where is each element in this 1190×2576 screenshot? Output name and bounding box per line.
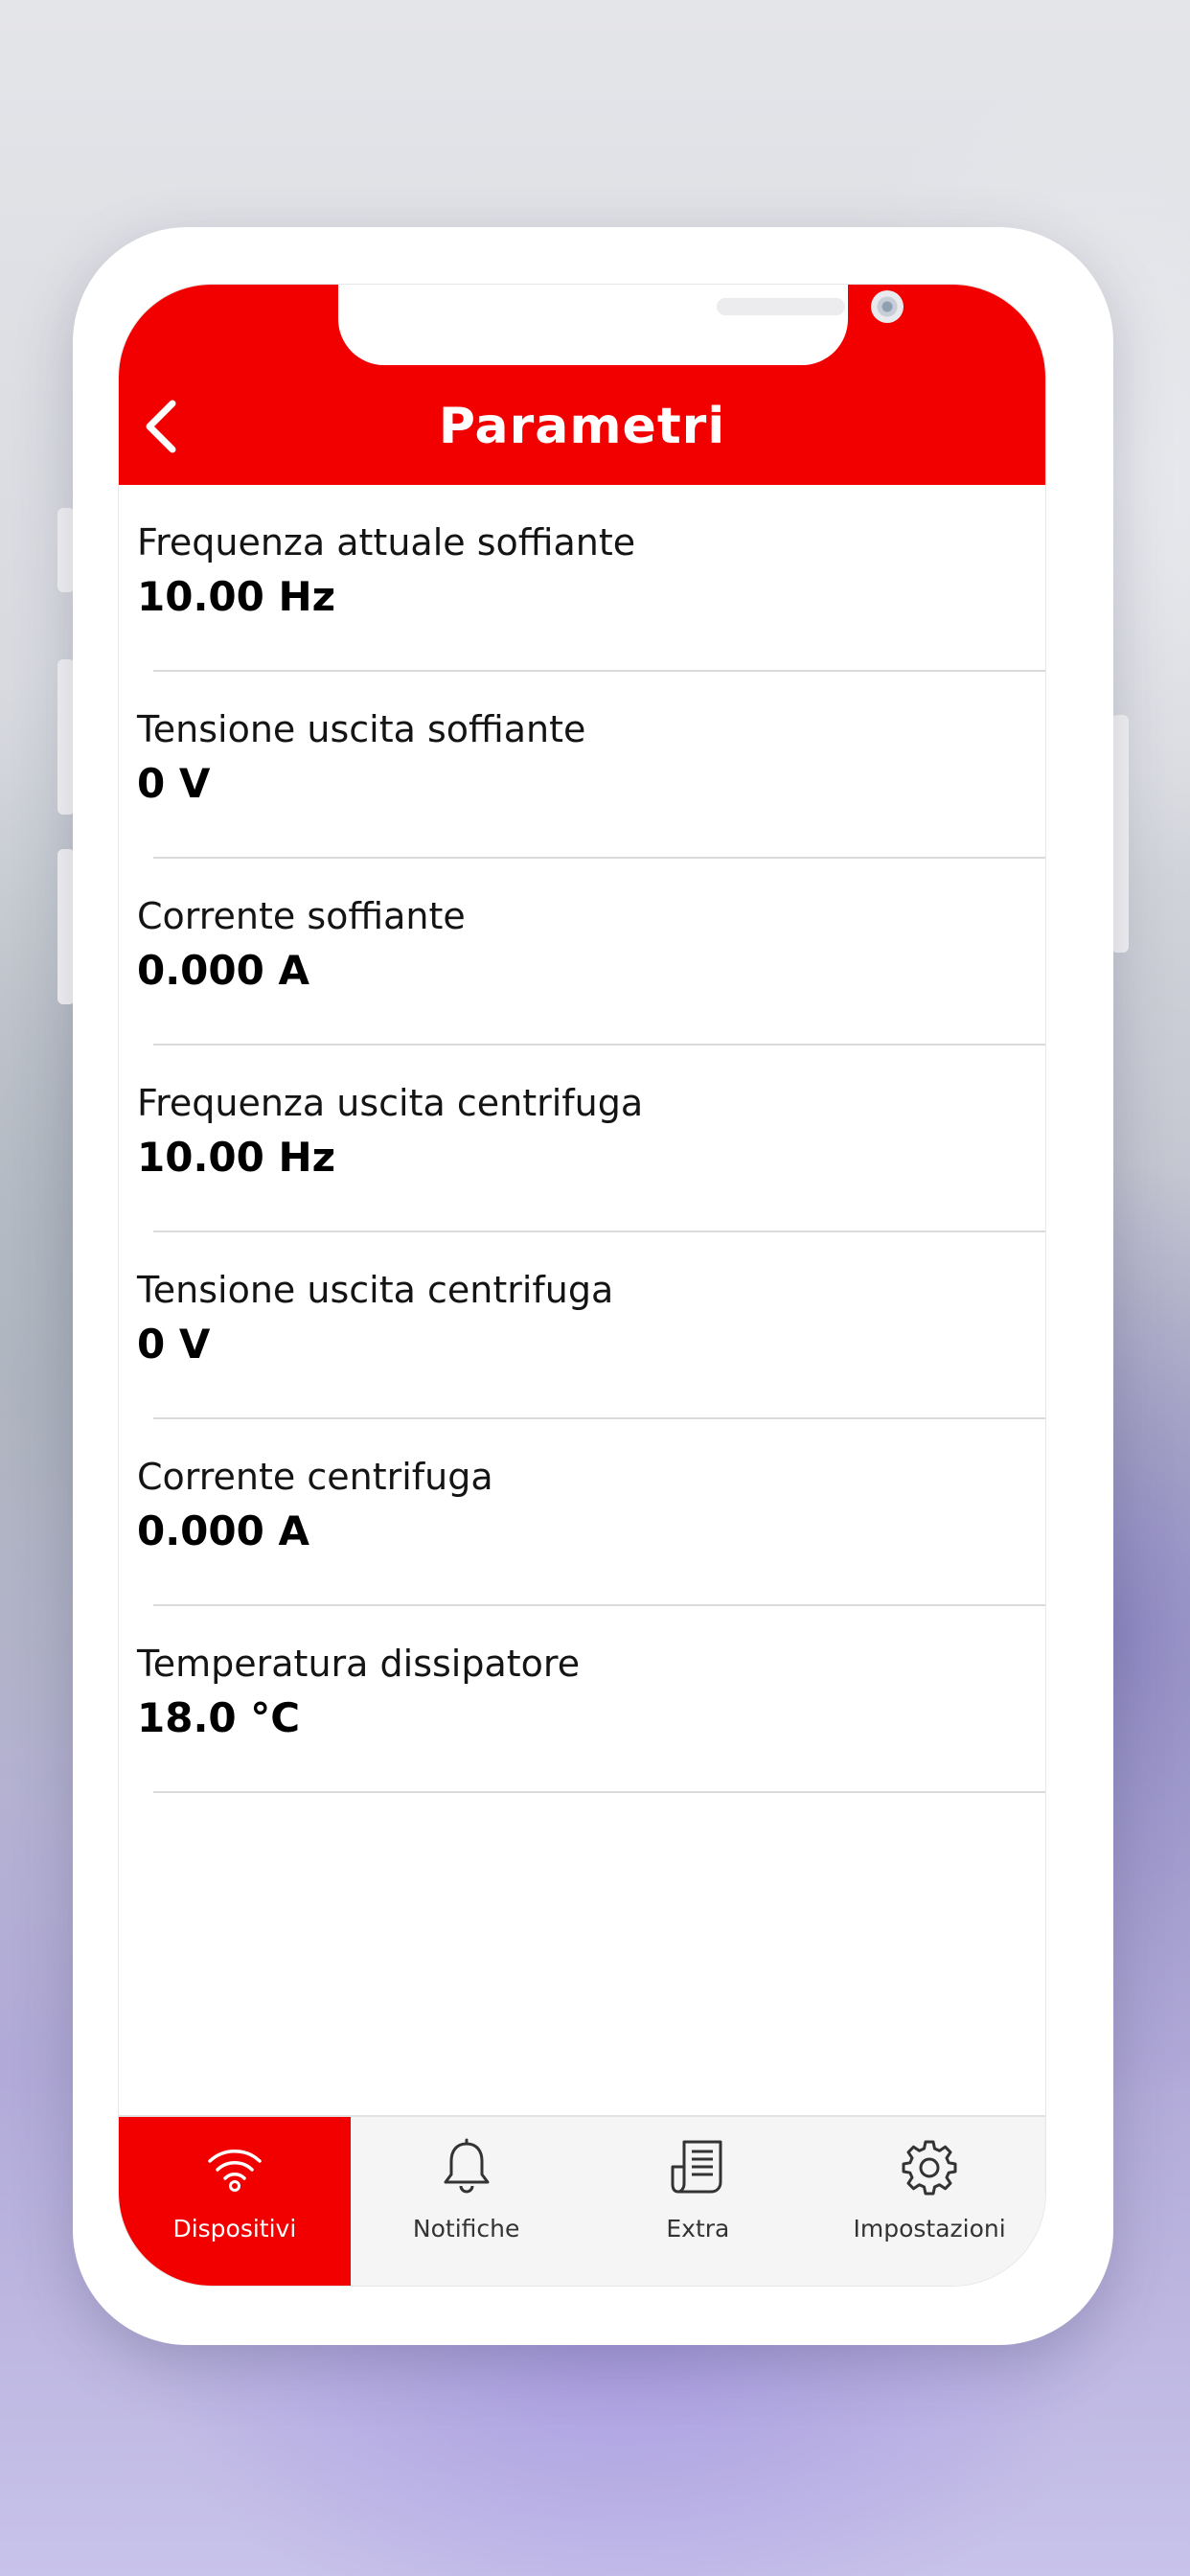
list-item[interactable]: Temperatura dissipatore 18.0 °C bbox=[119, 1606, 1045, 1793]
wifi-icon bbox=[208, 2149, 262, 2192]
list-item[interactable]: Frequenza uscita centrifuga 10.00 Hz bbox=[119, 1046, 1045, 1232]
front-camera bbox=[871, 290, 904, 323]
page-title: Parametri bbox=[438, 398, 726, 455]
power-button bbox=[1111, 715, 1129, 953]
phone-notch bbox=[338, 285, 904, 365]
list-item[interactable]: Corrente centrifuga 0.000 A bbox=[119, 1419, 1045, 1606]
parameter-label: Tensione uscita soffiante bbox=[137, 708, 586, 750]
parameter-label: Corrente soffiante bbox=[137, 895, 466, 937]
bottom-tab-bar: Dispositivi Notifiche Extra Impostazioni bbox=[119, 2115, 1045, 2286]
tab-notifiche[interactable]: Notifiche bbox=[351, 2117, 583, 2286]
list-item[interactable]: Tensione uscita centrifuga 0 V bbox=[119, 1232, 1045, 1419]
tab-label: Notifiche bbox=[412, 2215, 520, 2242]
parameter-list: Frequenza attuale soffiante 10.00 Hz Ten… bbox=[119, 485, 1045, 1793]
parameter-value: 10.00 Hz bbox=[137, 1134, 336, 1181]
parameter-value: 0.000 A bbox=[137, 1507, 309, 1554]
header-bar: Parametri bbox=[119, 285, 1045, 485]
tab-label: Extra bbox=[666, 2215, 730, 2242]
parameter-value: 10.00 Hz bbox=[137, 573, 336, 620]
list-item[interactable]: Frequenza attuale soffiante 10.00 Hz bbox=[119, 485, 1045, 672]
tab-label: Dispositivi bbox=[172, 2215, 297, 2242]
speaker-grille bbox=[717, 298, 845, 315]
parameter-label: Frequenza uscita centrifuga bbox=[137, 1082, 644, 1124]
tab-label: Impostazioni bbox=[853, 2215, 1006, 2242]
tab-impostazioni[interactable]: Impostazioni bbox=[813, 2117, 1045, 2286]
parameter-value: 0 V bbox=[137, 1321, 211, 1368]
document-icon bbox=[671, 2140, 722, 2194]
list-item[interactable]: Tensione uscita soffiante 0 V bbox=[119, 672, 1045, 859]
bell-icon bbox=[444, 2138, 490, 2194]
parameter-label: Frequenza attuale soffiante bbox=[137, 521, 636, 564]
app-screen: Parametri Frequenza attuale soffiante 10… bbox=[118, 284, 1046, 2287]
list-item[interactable]: Corrente soffiante 0.000 A bbox=[119, 859, 1045, 1046]
parameter-label: Tensione uscita centrifuga bbox=[137, 1269, 614, 1311]
tab-dispositivi[interactable]: Dispositivi bbox=[119, 2117, 351, 2286]
gear-icon bbox=[902, 2140, 957, 2196]
parameter-value: 0 V bbox=[137, 760, 211, 807]
parameter-label: Corrente centrifuga bbox=[137, 1456, 493, 1498]
parameter-value: 0.000 A bbox=[137, 947, 309, 994]
parameter-value: 18.0 °C bbox=[137, 1694, 301, 1741]
parameter-label: Temperatura dissipatore bbox=[137, 1643, 581, 1685]
tab-extra[interactable]: Extra bbox=[583, 2117, 814, 2286]
